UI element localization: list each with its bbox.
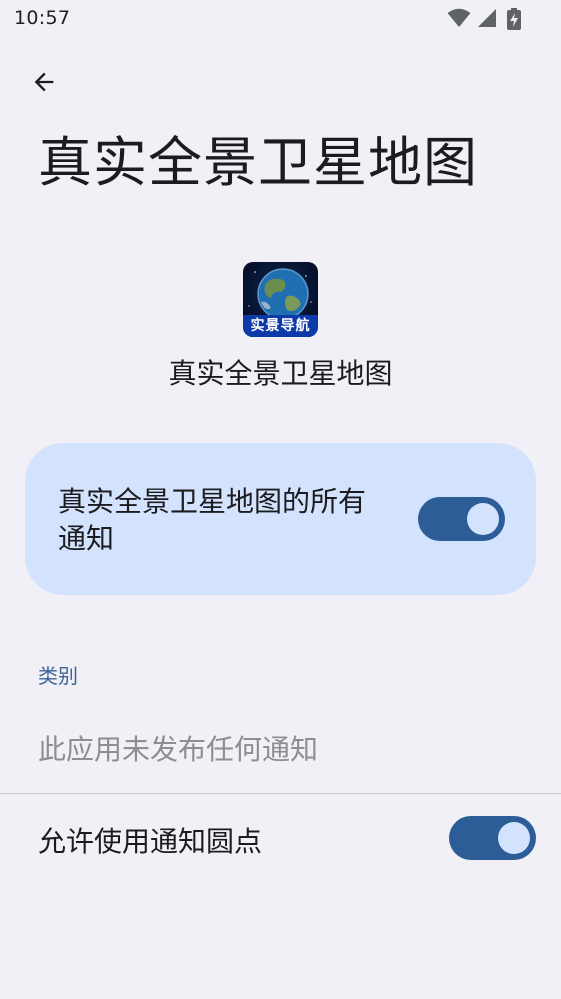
all-notifications-card[interactable]: 真实全景卫星地图的所有通知 xyxy=(25,443,536,595)
battery-charging-icon xyxy=(507,8,521,30)
status-time: 10:57 xyxy=(14,7,71,29)
status-bar: 10:57 xyxy=(0,0,561,38)
notification-dot-toggle[interactable] xyxy=(449,816,536,860)
app-name: 真实全景卫星地图 xyxy=(168,357,393,390)
arrow-left-icon xyxy=(34,72,54,92)
all-notifications-toggle[interactable] xyxy=(418,497,505,541)
notification-dot-label: 允许使用通知圆点 xyxy=(38,825,263,858)
app-icon-caption: 实景导航 xyxy=(243,315,318,337)
toggle-thumb xyxy=(467,503,499,535)
no-categories-text: 此应用未发布任何通知 xyxy=(38,733,319,766)
cellular-signal-icon xyxy=(478,9,496,27)
wifi-icon xyxy=(447,8,471,27)
categories-header: 类别 xyxy=(38,664,78,688)
back-button[interactable] xyxy=(22,60,66,104)
app-icon: 实景导航 xyxy=(243,262,318,337)
all-notifications-label: 真实全景卫星地图的所有通知 xyxy=(58,485,367,555)
page-title: 真实全景卫星地图 xyxy=(38,131,478,194)
toggle-thumb xyxy=(498,822,530,854)
